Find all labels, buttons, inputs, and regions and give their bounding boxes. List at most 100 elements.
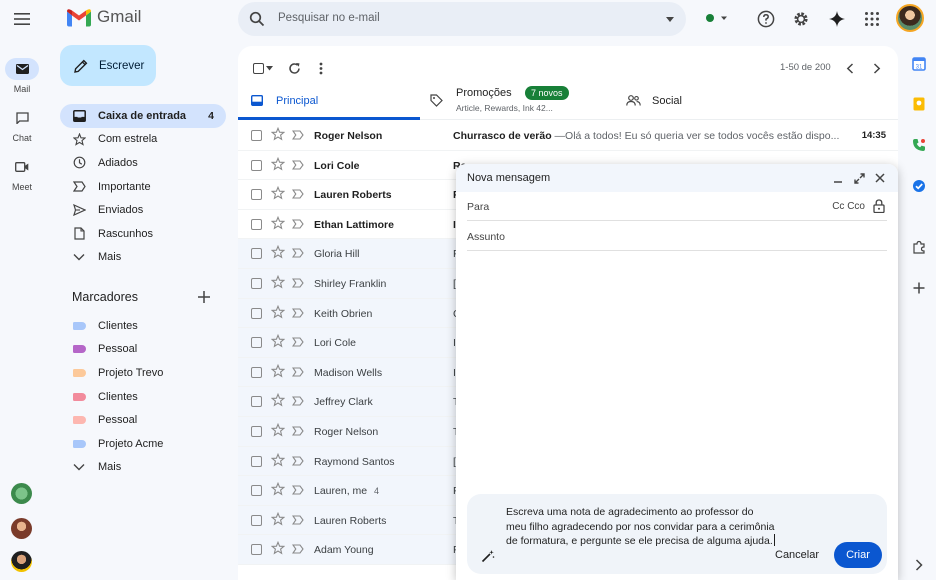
important-marker-icon[interactable]: [292, 395, 304, 407]
expand-panel-chevron-icon[interactable]: [911, 557, 927, 573]
row-checkbox[interactable]: [251, 307, 262, 319]
sidebar-item-important[interactable]: Importante: [60, 175, 226, 199]
star-icon[interactable]: [271, 511, 285, 526]
sidebar-item-sent[interactable]: Enviados: [60, 198, 226, 222]
important-marker-icon[interactable]: [292, 247, 304, 259]
row-checkbox[interactable]: [251, 189, 262, 201]
search-bar[interactable]: Pesquisar no e-mail: [238, 2, 686, 36]
row-checkbox[interactable]: [251, 455, 262, 467]
account-avatar[interactable]: [896, 4, 924, 32]
keep-notes-icon[interactable]: [911, 96, 927, 112]
important-marker-icon[interactable]: [292, 188, 304, 200]
search-options-icon[interactable]: [666, 15, 674, 23]
label-item[interactable]: Projeto Trevo: [60, 361, 226, 385]
sidebar-item-inbox[interactable]: Caixa de entrada 4: [60, 104, 226, 128]
sidebar-item-starred[interactable]: Com estrela: [60, 128, 226, 152]
lock-icon[interactable]: [873, 199, 885, 213]
row-checkbox[interactable]: [251, 544, 262, 556]
important-marker-icon[interactable]: [292, 543, 304, 555]
important-marker-icon[interactable]: [292, 336, 304, 348]
star-icon[interactable]: [271, 245, 285, 259]
get-add-ons-plus-icon[interactable]: [911, 280, 927, 296]
search-icon[interactable]: [249, 11, 265, 27]
row-checkbox[interactable]: [251, 337, 262, 349]
compose-button[interactable]: Escrever: [60, 45, 156, 86]
add-ons-puzzle-icon[interactable]: [911, 239, 927, 255]
label-item[interactable]: Pessoal: [60, 408, 226, 432]
star-icon[interactable]: [271, 304, 285, 319]
important-marker-icon[interactable]: [292, 455, 304, 467]
compose-header[interactable]: Nova mensagem: [456, 164, 898, 192]
row-checkbox[interactable]: [251, 277, 262, 289]
fullscreen-icon[interactable]: [852, 171, 866, 185]
labels-more[interactable]: Mais: [60, 456, 226, 480]
contact-avatar[interactable]: [11, 518, 32, 539]
ai-prompt-input[interactable]: Escreva uma nota de agradecimento ao pro…: [506, 505, 776, 549]
star-icon[interactable]: [271, 452, 285, 467]
star-icon[interactable]: [271, 422, 285, 437]
star-icon[interactable]: [271, 127, 285, 141]
status-indicator[interactable]: [706, 14, 728, 22]
row-checkbox[interactable]: [251, 366, 262, 378]
tab-social[interactable]: Social: [620, 84, 820, 120]
cancel-button[interactable]: Cancelar: [775, 549, 819, 561]
rail-item-meet[interactable]: Meet: [0, 156, 44, 192]
close-icon[interactable]: [873, 171, 887, 185]
star-icon[interactable]: [271, 541, 285, 555]
sidebar-item-drafts[interactable]: Rascunhos: [60, 222, 226, 246]
main-menu-icon[interactable]: [12, 9, 32, 29]
settings-gear-icon[interactable]: [791, 9, 811, 29]
contact-avatar[interactable]: [11, 551, 32, 572]
contact-avatar[interactable]: [11, 483, 32, 504]
row-checkbox[interactable]: [251, 396, 262, 408]
row-checkbox[interactable]: [251, 130, 262, 141]
row-checkbox[interactable]: [251, 425, 262, 437]
select-all-checkbox[interactable]: [250, 60, 266, 76]
cc-bcc-toggle[interactable]: Cc Cco: [832, 201, 865, 212]
star-icon[interactable]: [271, 215, 285, 230]
star-icon[interactable]: [271, 363, 285, 378]
next-page-icon[interactable]: [869, 60, 885, 76]
sidebar-item-more[interactable]: Mais: [60, 246, 226, 270]
refresh-icon[interactable]: [286, 60, 302, 76]
tasks-icon[interactable]: [911, 178, 927, 194]
tab-principal[interactable]: Principal: [238, 84, 420, 120]
row-checkbox[interactable]: [251, 248, 262, 260]
row-checkbox[interactable]: [251, 514, 262, 526]
subject-field[interactable]: Assunto: [467, 222, 887, 251]
previous-page-icon[interactable]: [842, 60, 858, 76]
star-icon[interactable]: [271, 186, 285, 200]
important-marker-icon[interactable]: [292, 218, 304, 230]
help-icon[interactable]: [756, 9, 776, 29]
gemini-sparkle-icon[interactable]: [827, 9, 847, 29]
row-checkbox[interactable]: [251, 218, 262, 230]
star-icon[interactable]: [271, 156, 285, 171]
star-icon[interactable]: [271, 274, 285, 289]
important-marker-icon[interactable]: [292, 159, 304, 171]
star-icon[interactable]: [271, 334, 285, 348]
calendar-icon[interactable]: 31: [911, 56, 927, 72]
tab-promotions[interactable]: [420, 84, 620, 120]
more-options-icon[interactable]: [313, 60, 329, 76]
search-input[interactable]: Pesquisar no e-mail: [278, 12, 380, 24]
label-item[interactable]: Pessoal: [60, 338, 226, 362]
sidebar-item-snoozed[interactable]: Adiados: [60, 151, 226, 175]
important-marker-icon[interactable]: [292, 425, 304, 437]
star-icon[interactable]: [271, 482, 285, 496]
rail-item-chat[interactable]: Chat: [0, 107, 44, 143]
minimize-icon[interactable]: [831, 171, 845, 185]
add-label-icon[interactable]: [197, 290, 211, 304]
label-item[interactable]: Projeto Acme: [60, 432, 226, 456]
important-marker-icon[interactable]: [292, 277, 304, 289]
contacts-phone-icon[interactable]: [911, 137, 927, 153]
create-button[interactable]: Criar: [834, 542, 882, 568]
important-marker-icon[interactable]: [292, 366, 304, 378]
gmail-logo[interactable]: Gmail: [67, 7, 141, 27]
apps-grid-icon[interactable]: [862, 9, 882, 29]
label-item[interactable]: Clientes: [60, 314, 226, 338]
important-marker-icon[interactable]: [292, 129, 304, 141]
important-marker-icon[interactable]: [292, 307, 304, 319]
label-item[interactable]: Clientes: [60, 385, 226, 409]
help-me-write-box[interactable]: Escreva uma nota de agradecimento ao pro…: [467, 494, 887, 574]
star-icon[interactable]: [271, 393, 285, 407]
